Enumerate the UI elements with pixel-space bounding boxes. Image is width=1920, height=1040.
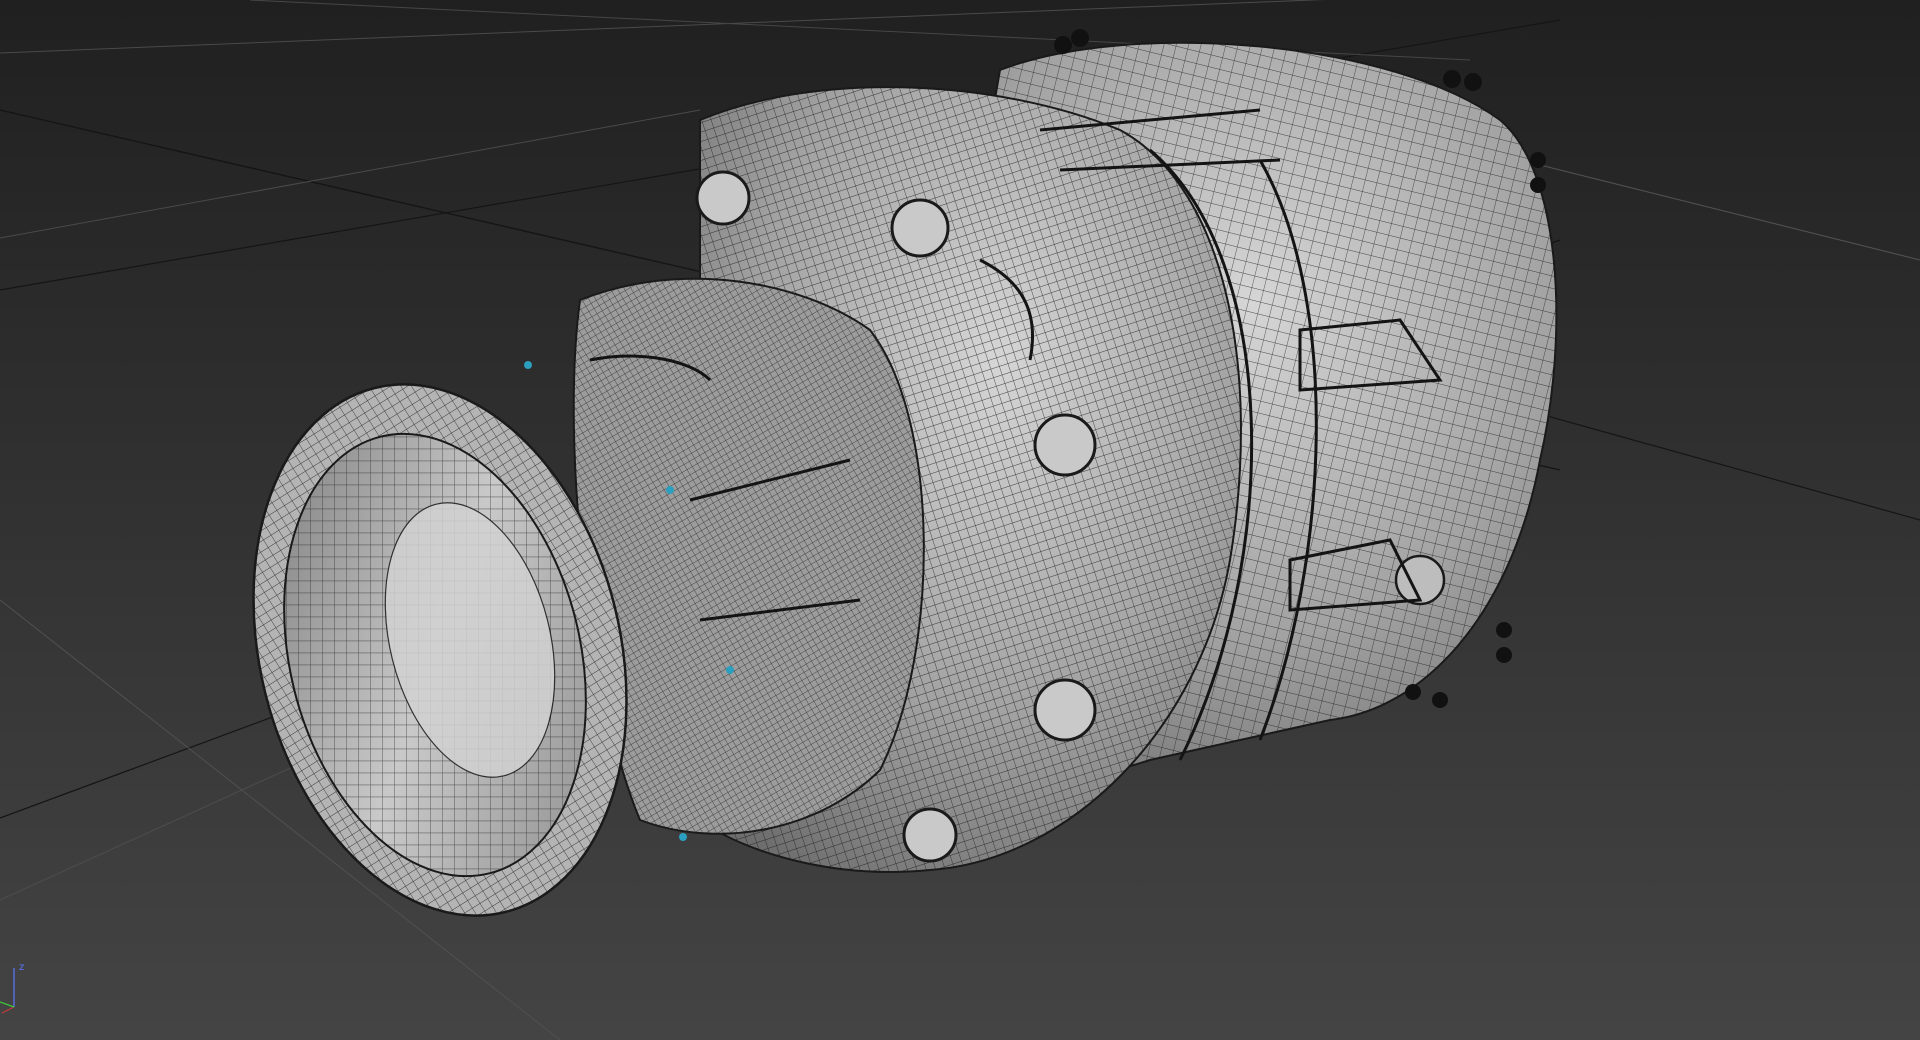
axis-z-label: z — [19, 962, 25, 973]
bolt-cluster — [1071, 29, 1089, 47]
axis-x-line — [1, 1006, 15, 1014]
bolt-cluster — [1443, 70, 1461, 88]
viewport-canvas[interactable] — [0, 0, 1920, 1040]
3d-viewport[interactable]: z — [0, 0, 1920, 1040]
axis-y-line — [0, 1001, 15, 1008]
accent-marker — [524, 361, 532, 369]
engine-model[interactable] — [200, 29, 1558, 956]
accent-marker — [666, 486, 674, 494]
boss-ring — [902, 807, 958, 863]
engine-ribbed-ring-wire — [573, 278, 924, 834]
bolt-cluster — [1496, 647, 1512, 663]
axis-gizmo — [0, 968, 15, 1014]
bolt-cluster — [1432, 692, 1448, 708]
accent-marker — [679, 833, 687, 841]
boss-ring — [890, 198, 950, 258]
bolt-cluster — [1405, 684, 1421, 700]
bolt-cluster — [1054, 36, 1072, 54]
accent-marker — [726, 666, 734, 674]
bolt-cluster — [1530, 152, 1546, 168]
boss-ring — [1033, 678, 1097, 742]
bolt-cluster — [1464, 73, 1482, 91]
bolt-cluster — [1496, 622, 1512, 638]
grid-line — [0, 109, 701, 239]
bolt-cluster — [1530, 177, 1546, 193]
grid-line — [1489, 399, 1920, 521]
boss-ring — [1033, 413, 1097, 477]
boss-ring — [695, 170, 751, 226]
